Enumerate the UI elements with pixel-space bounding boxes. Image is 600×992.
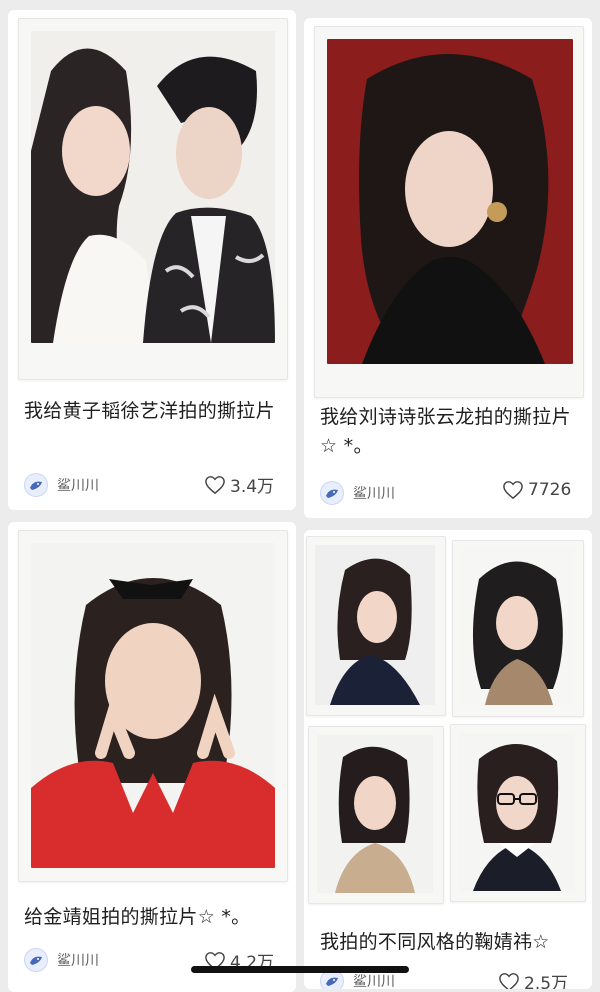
author-name: 鲨川川 — [353, 974, 395, 989]
like-count[interactable]: 3.4万 — [204, 472, 274, 497]
portrait-photo — [31, 543, 275, 868]
portrait-photo — [315, 545, 435, 705]
like-count-value: 3.4万 — [230, 477, 275, 497]
post-title[interactable]: 我给黄子韬徐艺洋拍的撕拉片 — [24, 397, 282, 455]
portrait-illustration — [327, 39, 573, 364]
like-count[interactable]: 2.5万 — [498, 969, 568, 989]
post-title[interactable]: 给金靖姐拍的撕拉片☆ *。 — [24, 903, 282, 933]
polaroid-photo-frame — [18, 530, 288, 882]
collage-frame-top-left — [306, 536, 446, 716]
feed-card[interactable]: 我给刘诗诗张云龙拍的撕拉片☆ *。 鲨川川 7726 — [304, 18, 592, 518]
post-title[interactable]: 我拍的不同风格的鞠婧祎☆ — [320, 928, 582, 958]
heart-outline-icon — [205, 475, 225, 494]
portrait-photo — [459, 733, 575, 891]
shark-avatar-icon — [24, 473, 48, 497]
like-count[interactable]: 7726 — [502, 480, 571, 500]
feed-card[interactable]: 我给黄子韬徐艺洋拍的撕拉片 鲨川川 3.4万 — [8, 10, 296, 510]
like-count-value: 7726 — [528, 480, 572, 500]
author-name: 鲨川川 — [57, 953, 99, 969]
portrait-illustration — [315, 545, 435, 705]
heart-outline-icon — [503, 481, 523, 500]
portrait-illustration — [317, 735, 433, 893]
like-count-value: 2.5万 — [524, 974, 569, 989]
author-meta[interactable]: 鲨川川 — [24, 948, 99, 972]
portrait-photo — [317, 735, 433, 893]
shark-avatar-icon — [320, 481, 344, 505]
portrait-illustration — [459, 733, 575, 891]
post-title[interactable]: 我给刘诗诗张云龙拍的撕拉片☆ *。 — [320, 403, 578, 461]
portrait-photo — [327, 39, 573, 364]
polaroid-photo-frame — [18, 18, 288, 380]
author-meta[interactable]: 鲨川川 — [320, 481, 395, 505]
heart-outline-icon — [499, 972, 519, 989]
polaroid-photo-frame — [314, 26, 584, 398]
author-name: 鲨川川 — [353, 486, 395, 502]
feed-card[interactable]: 我拍的不同风格的鞠婧祎☆ 鲨川川 2.5万 — [304, 530, 592, 989]
collage-frame-bottom-right — [450, 724, 586, 902]
couple-photo — [31, 31, 275, 343]
feed-card[interactable]: 给金靖姐拍的撕拉片☆ *。 鲨川川 4.2万 — [8, 522, 296, 992]
portrait-photo — [461, 549, 573, 705]
author-name: 鲨川川 — [57, 478, 99, 494]
couple-illustration — [31, 31, 275, 343]
portrait-illustration — [461, 549, 573, 705]
collage-frame-top-right — [452, 540, 584, 717]
collage-frame-bottom-left — [308, 726, 444, 904]
portrait-illustration — [31, 543, 275, 868]
shark-avatar-icon — [24, 948, 48, 972]
author-meta[interactable]: 鲨川川 — [24, 473, 99, 497]
home-indicator — [191, 966, 409, 973]
